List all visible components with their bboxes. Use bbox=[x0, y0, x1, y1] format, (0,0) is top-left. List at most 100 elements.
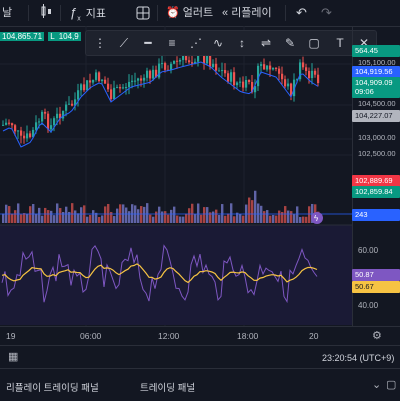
calendar-icon[interactable]: ▦ bbox=[8, 350, 18, 363]
candle bbox=[53, 118, 56, 126]
chevron-down-icon[interactable]: ⌄ bbox=[372, 378, 381, 391]
candle bbox=[275, 67, 278, 69]
abc-icon[interactable]: ∿ bbox=[208, 33, 228, 53]
candle bbox=[29, 133, 32, 138]
candle bbox=[281, 73, 284, 80]
time-label: 20 bbox=[309, 331, 319, 341]
candle bbox=[107, 83, 110, 90]
cursor-icon[interactable]: ⋮ bbox=[90, 33, 110, 53]
alerts-label: 얼러트 bbox=[182, 7, 214, 19]
price-label: 104,500.00 bbox=[358, 99, 396, 108]
settings-icon[interactable]: ⚙ bbox=[372, 329, 382, 342]
volume-bar bbox=[131, 204, 134, 223]
candle bbox=[50, 125, 53, 130]
candle bbox=[5, 122, 8, 125]
clock[interactable]: 23:20:54 (UTC+9) bbox=[322, 353, 394, 363]
candle-type-icon[interactable] bbox=[40, 3, 52, 23]
volume-bar bbox=[167, 214, 170, 223]
volume-bar bbox=[287, 210, 290, 223]
candle bbox=[284, 79, 287, 87]
tab-replay-trading-panel[interactable]: 리플레이 트레이딩 패널 bbox=[6, 380, 99, 394]
candle bbox=[179, 59, 182, 62]
chart-canvas[interactable]: ϟ bbox=[0, 26, 352, 326]
brush-icon[interactable]: ✎ bbox=[280, 33, 300, 53]
candle bbox=[101, 79, 104, 82]
sma-price-badge: 104,227.07 bbox=[352, 110, 400, 122]
volume-bar bbox=[188, 208, 191, 223]
volume-bar bbox=[143, 206, 146, 223]
candle bbox=[11, 123, 14, 126]
time-label: 12:00 bbox=[158, 331, 180, 341]
volume-bar bbox=[26, 213, 29, 223]
volume-bar bbox=[89, 214, 92, 223]
rect-icon[interactable]: ▢ bbox=[304, 33, 324, 53]
maximize-icon[interactable]: ▢ bbox=[386, 378, 396, 391]
text-icon[interactable]: T bbox=[330, 33, 350, 53]
time-label: 18:00 bbox=[237, 331, 259, 341]
volume-bar bbox=[155, 211, 158, 223]
candle bbox=[95, 72, 98, 80]
volume-bar bbox=[152, 216, 155, 223]
candle bbox=[104, 79, 107, 84]
volume-bar bbox=[239, 213, 242, 223]
volume-bar bbox=[212, 211, 215, 223]
candle bbox=[23, 135, 26, 139]
arrange-icon[interactable]: ⇌ bbox=[256, 33, 276, 53]
rewind-icon: « bbox=[222, 7, 229, 19]
volume-bar bbox=[203, 207, 206, 223]
volume-bar bbox=[302, 216, 305, 223]
projection-icon[interactable]: ↕ bbox=[232, 33, 252, 53]
trendline-icon[interactable]: ⟋ bbox=[114, 33, 134, 53]
volume-bar bbox=[38, 207, 41, 223]
osc-value-badge: 50.87 bbox=[352, 269, 400, 281]
candle bbox=[8, 122, 11, 124]
candle bbox=[230, 72, 233, 82]
candle bbox=[140, 78, 143, 81]
tab-trading-panel[interactable]: 트레이딩 패널 bbox=[140, 380, 195, 394]
volume-bar bbox=[275, 215, 278, 223]
indicators-icon: ƒx bbox=[70, 5, 81, 23]
layout-grid-icon[interactable] bbox=[136, 3, 150, 23]
redo-icon[interactable]: ↷ bbox=[321, 3, 332, 23]
hline-icon[interactable]: ━ bbox=[138, 33, 158, 53]
candle bbox=[287, 83, 290, 87]
volume-bar bbox=[59, 208, 62, 223]
volume-bar bbox=[41, 215, 44, 223]
candle bbox=[173, 60, 176, 64]
candle bbox=[206, 55, 209, 64]
candle bbox=[227, 73, 230, 82]
volume-bar bbox=[179, 216, 182, 223]
candle bbox=[137, 78, 140, 81]
candle bbox=[212, 63, 215, 67]
volume-bar bbox=[53, 215, 56, 223]
undo-icon[interactable]: ↶ bbox=[296, 3, 307, 23]
volume-bar bbox=[176, 215, 179, 223]
volume-bar bbox=[194, 214, 197, 223]
toolbar-left-fragment[interactable]: 날 bbox=[2, 3, 12, 23]
fib-icon[interactable]: ≡ bbox=[162, 33, 182, 53]
price-label: 103,000.00 bbox=[358, 133, 396, 142]
volume-bar bbox=[191, 203, 194, 223]
replay-button[interactable]: « 리플레이 bbox=[222, 3, 272, 23]
time-axis[interactable] bbox=[0, 326, 400, 345]
candle bbox=[266, 65, 269, 70]
top-toolbar: 날 ƒx 지표 ⏰ 얼러트 « 리플레이 ↶ ↷ bbox=[0, 0, 400, 27]
volume-bar bbox=[173, 206, 176, 223]
volume-bar bbox=[170, 209, 173, 223]
volume-bar bbox=[230, 203, 233, 223]
volume-bar bbox=[104, 206, 107, 223]
volume-bar bbox=[182, 216, 185, 223]
alerts-button[interactable]: ⏰ 얼러트 bbox=[166, 3, 213, 23]
pattern-icon[interactable]: ⋰ bbox=[186, 33, 206, 53]
candle bbox=[68, 103, 71, 105]
volume-bar bbox=[158, 206, 161, 223]
volume-bar bbox=[29, 206, 32, 223]
alarm-icon: ⏰ bbox=[166, 7, 180, 19]
indicators-button[interactable]: ƒx 지표 bbox=[70, 3, 106, 23]
volume-bar bbox=[266, 210, 269, 223]
candle bbox=[44, 111, 47, 114]
volume-bar bbox=[140, 206, 143, 223]
replay-label: 리플레이 bbox=[231, 7, 272, 19]
volume-bar bbox=[290, 211, 293, 223]
volume-bar bbox=[20, 214, 23, 223]
